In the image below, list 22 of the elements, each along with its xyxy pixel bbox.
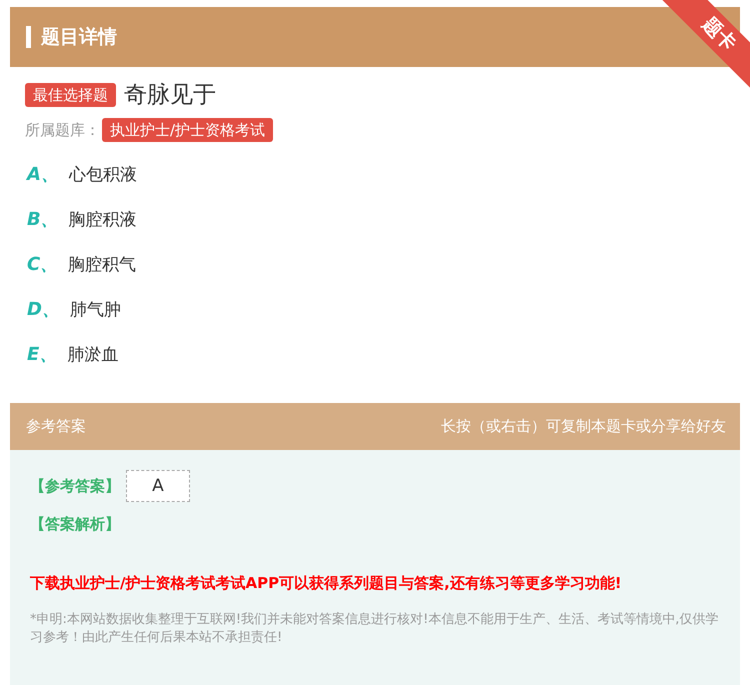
option-letter: A、: [27, 163, 59, 186]
option-letter: D、: [27, 298, 60, 321]
bank-label: 所属题库：: [25, 120, 100, 140]
option-text: 肺气肿: [70, 298, 121, 320]
option-text: 胸腔积气: [68, 254, 136, 276]
option-letter: C、: [27, 253, 58, 276]
disclaimer-text: *申明:本网站数据收集整理于互联网!我们并未能对答案信息进行核对!本信息不能用于生产、生活、考试等情境中,仅供学习参考！由此产生任何后果本站不承担责任!: [30, 611, 720, 647]
question-type-tag: 最佳选择题: [25, 82, 116, 106]
analysis-label: 【答案解析】: [30, 515, 120, 533]
option-text: 胸腔积液: [68, 208, 137, 230]
option-text: 肺淤血: [67, 344, 118, 366]
answer-value: A: [126, 470, 190, 502]
answer-label: 【参考答案】: [30, 476, 120, 496]
promo-text: 下载执业护士/护士资格考试考试APP可以获得系列题目与答案,还有练习等更多学习功能!: [30, 574, 623, 593]
question-text: 奇脉见于: [124, 81, 216, 110]
answer-bar-title: 参考答案: [26, 417, 86, 436]
option-letter: E、: [27, 343, 58, 366]
share-hint: 长按（或右击）可复制本题卡或分享给好友: [441, 417, 726, 436]
option-text: 心包积液: [68, 164, 137, 186]
option-letter: B、: [27, 208, 59, 231]
bank-tag[interactable]: 执业护士/护士资格考试: [102, 118, 274, 142]
page-title: 题目详情: [26, 26, 117, 48]
